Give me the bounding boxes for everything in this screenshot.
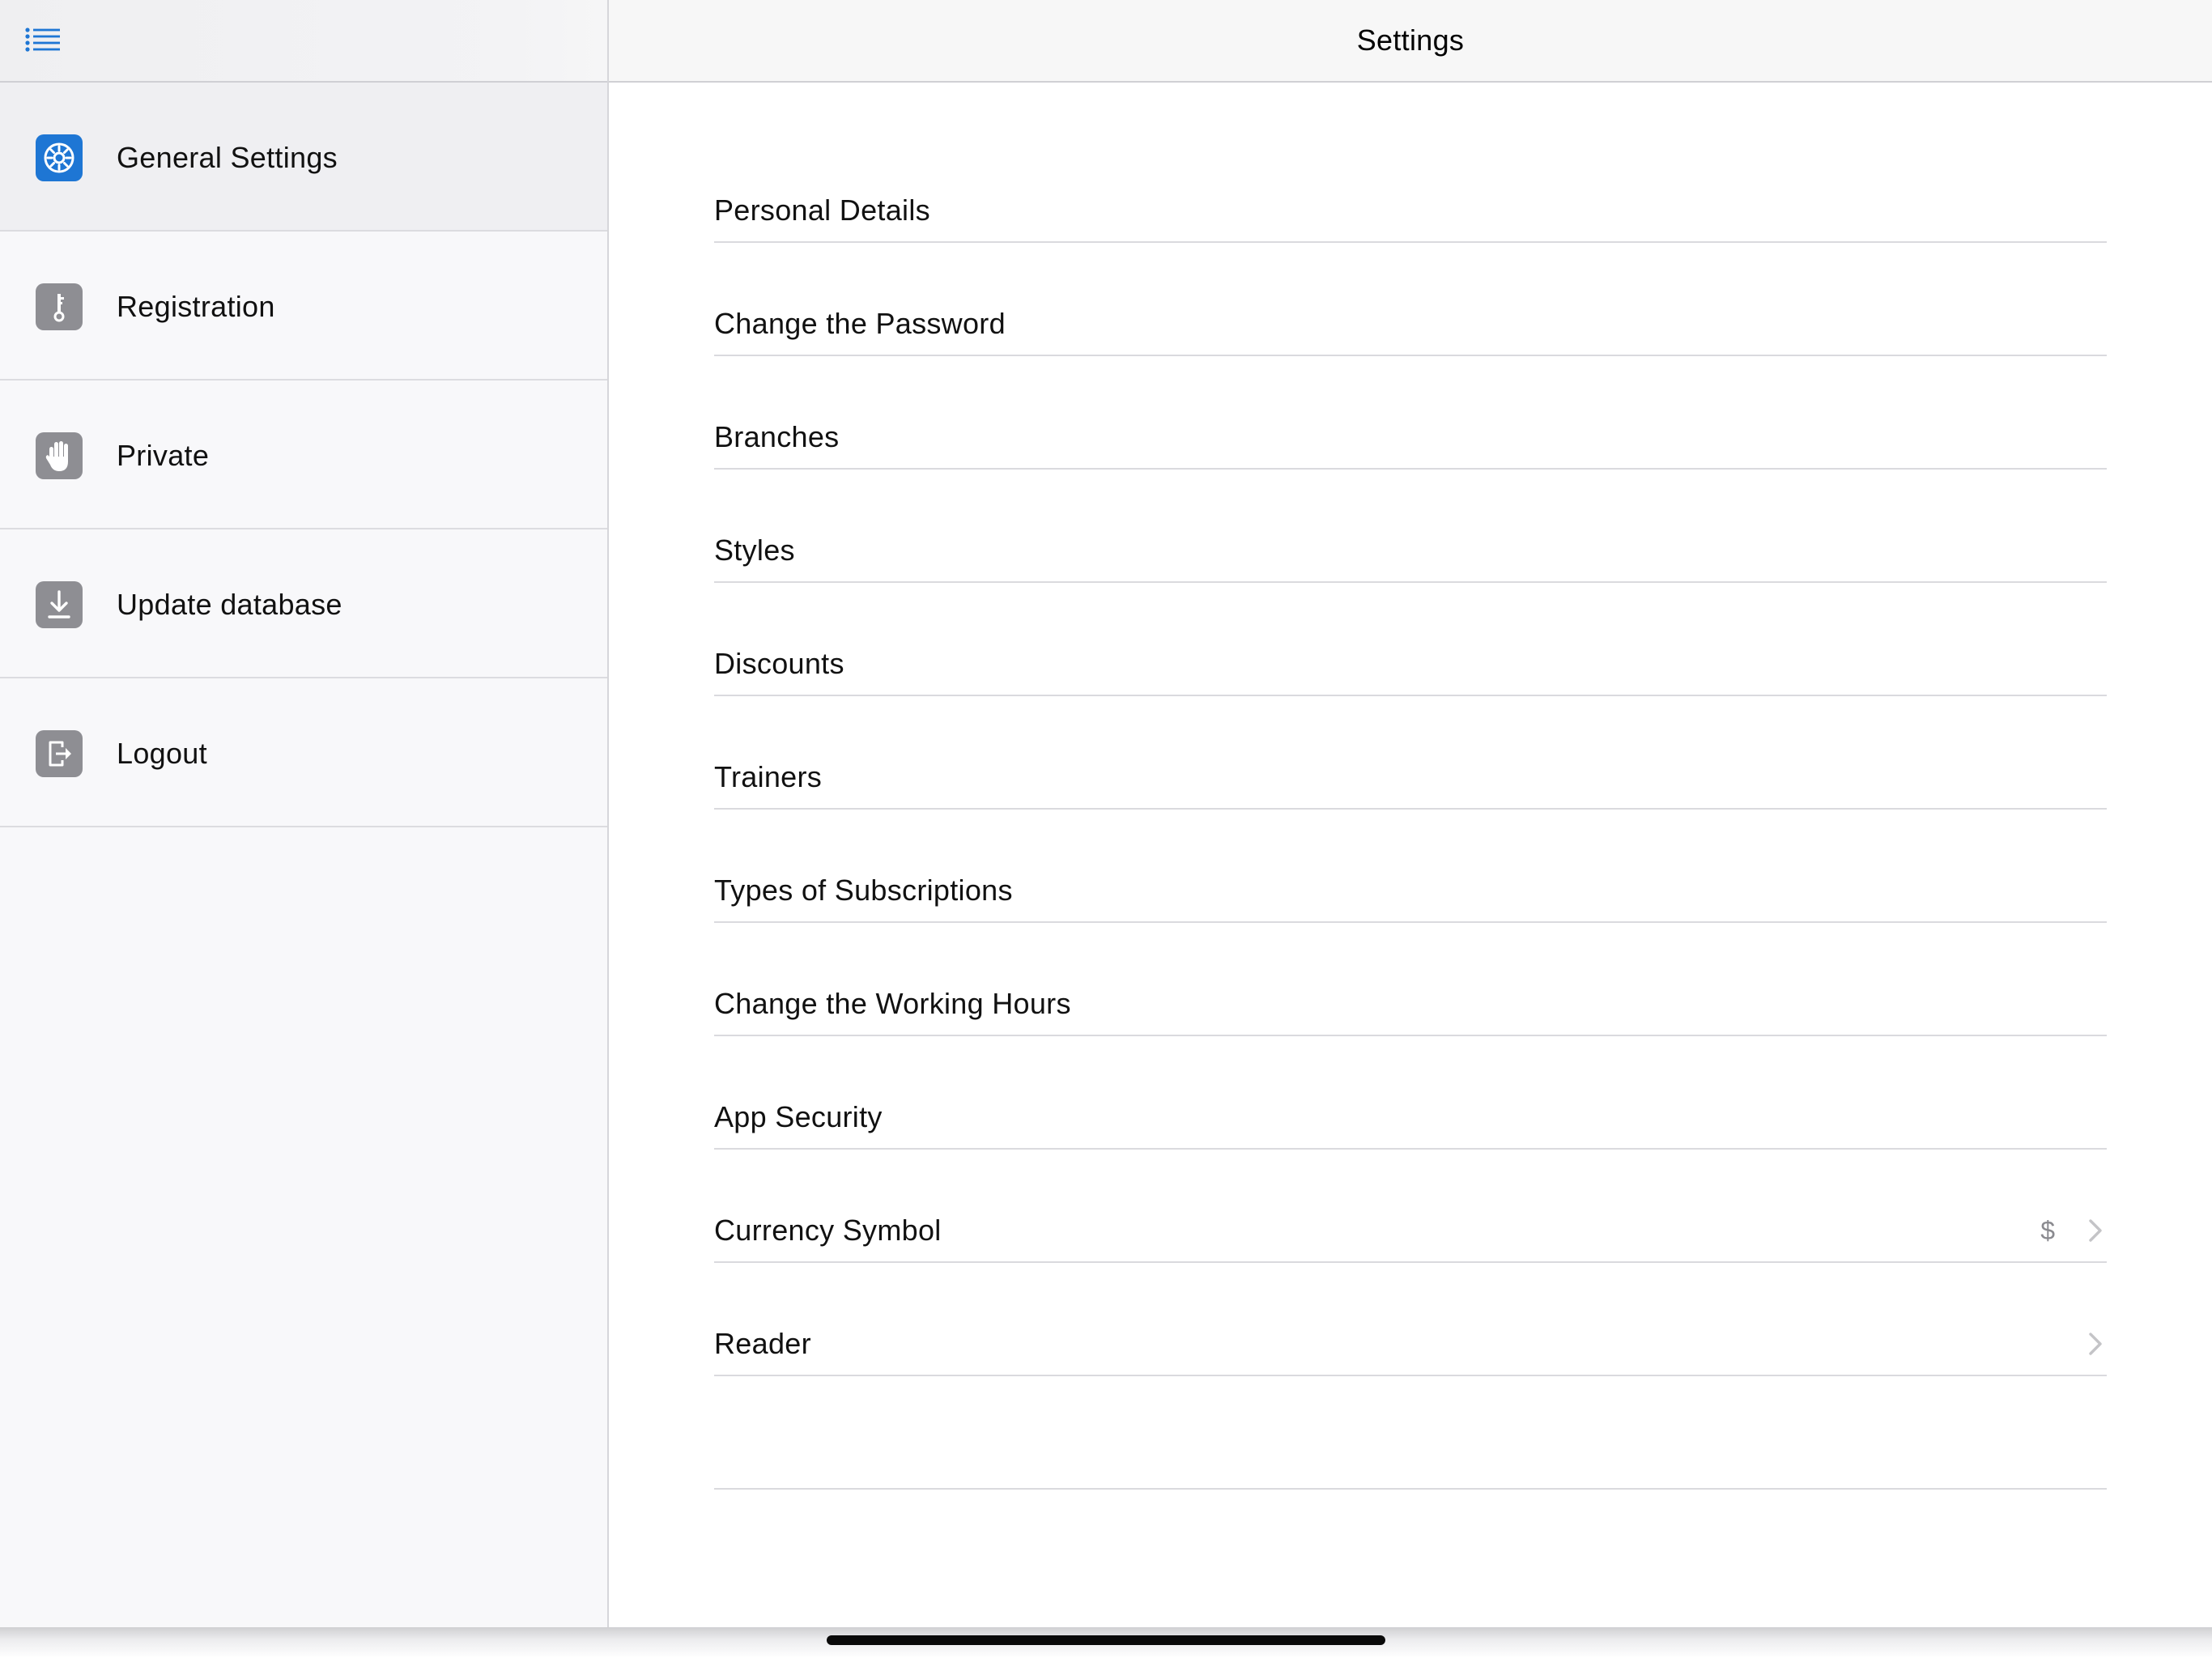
settings-row-currency-symbol[interactable]: Currency Symbol $ [714,1150,2107,1263]
logout-icon [36,730,83,777]
gear-icon [36,134,83,181]
settings-row-branches[interactable]: Branches [714,356,2107,470]
row-label: Types of Subscriptions [714,874,1013,907]
settings-row-personal-details[interactable]: Personal Details [714,130,2107,243]
settings-row-change-working-hours[interactable]: Change the Working Hours [714,923,2107,1036]
hand-icon [36,432,83,479]
row-label: Change the Working Hours [714,987,1071,1020]
app-screen: General Settings Registration Private Up… [0,0,2212,1658]
row-label: Change the Password [714,307,1006,340]
settings-list: Personal Details Change the Password Bra… [714,130,2107,1490]
settings-row-app-security[interactable]: App Security [714,1036,2107,1150]
chevron-right-icon [2089,1333,2102,1355]
settings-row-types-of-subscriptions[interactable]: Types of Subscriptions [714,810,2107,923]
sidebar-item-label: Update database [117,588,342,621]
sidebar-item-label: Registration [117,290,275,323]
settings-row-styles[interactable]: Styles [714,470,2107,583]
row-label: Discounts [714,647,844,680]
row-label: App Security [714,1100,883,1133]
settings-row-change-password[interactable]: Change the Password [714,243,2107,356]
settings-row-empty [714,1376,2107,1490]
menu-button[interactable] [19,18,66,62]
key-icon [36,283,83,330]
sidebar: General Settings Registration Private Up… [0,0,609,1627]
sidebar-item-label: Logout [117,737,207,770]
settings-detail: Settings Personal Details Change the Pas… [609,0,2212,1627]
download-icon [36,581,83,628]
row-label: Reader [714,1327,811,1360]
row-label: Trainers [714,760,823,793]
settings-row-reader[interactable]: Reader [714,1263,2107,1376]
row-label: Currency Symbol [714,1214,942,1247]
page-title: Settings [1356,23,1465,57]
row-label: Personal Details [714,193,930,227]
sidebar-item-label: Private [117,439,210,472]
row-label: Branches [714,420,840,453]
settings-row-trainers[interactable]: Trainers [714,696,2107,810]
sidebar-menu: General Settings Registration Private Up… [0,83,607,827]
row-label: Styles [714,534,795,567]
currency-value: $ [2040,1216,2055,1245]
list-icon [25,28,60,52]
sidebar-item-general-settings[interactable]: General Settings [0,83,607,232]
navigation-bar: Settings [609,0,2212,83]
sidebar-item-label: General Settings [117,141,338,174]
settings-row-discounts[interactable]: Discounts [714,583,2107,696]
sidebar-item-registration[interactable]: Registration [0,232,607,380]
sidebar-item-logout[interactable]: Logout [0,678,607,827]
sidebar-item-private[interactable]: Private [0,380,607,529]
sidebar-header [0,0,607,83]
sidebar-item-update-database[interactable]: Update database [0,529,607,678]
chevron-right-icon [2089,1219,2102,1242]
home-indicator[interactable] [827,1635,1385,1645]
